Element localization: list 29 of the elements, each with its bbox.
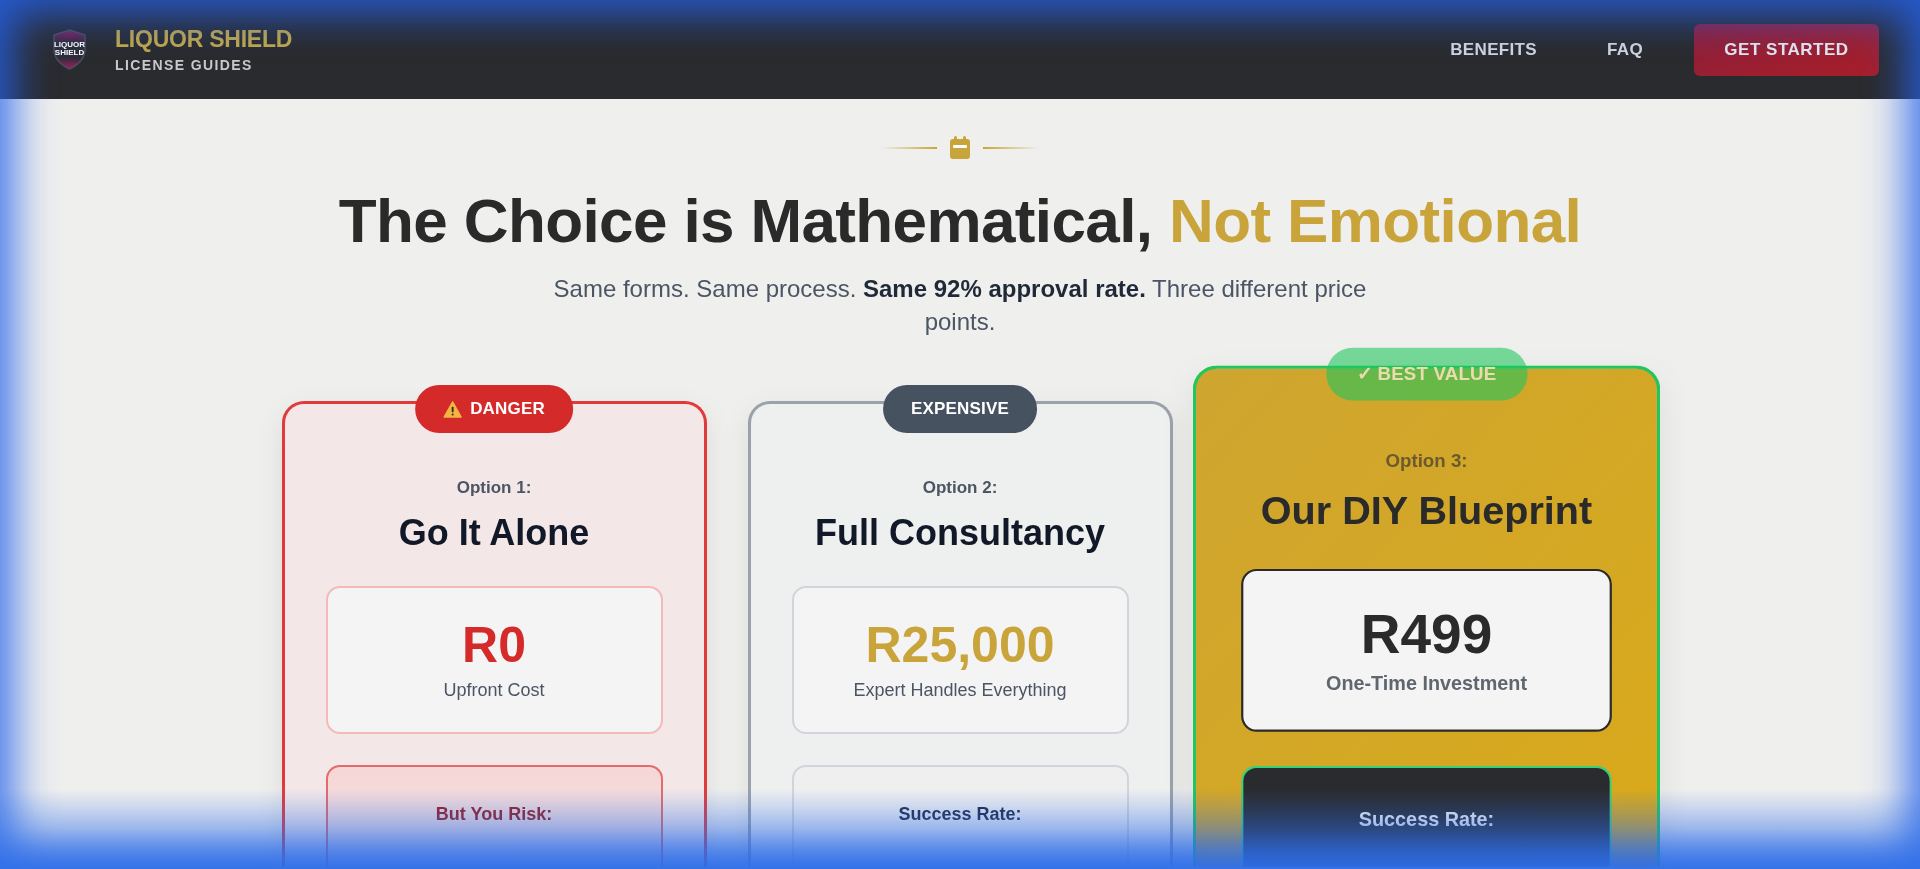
logo-text: LIQUOR SHIELD (52, 41, 87, 57)
option-label: Option 3: (1384, 449, 1468, 473)
option-title: Full Consultancy (815, 511, 1105, 555)
badge-text: EXPENSIVE (911, 398, 1009, 421)
nav-link[interactable]: FAQ (1607, 36, 1643, 63)
get-started-button[interactable]: GET STARTED (1694, 23, 1879, 76)
option-title: Go It Alone (398, 511, 590, 555)
brand-name[interactable]: LIQUOR SHIELD (115, 26, 293, 52)
price-caption: One-Time Investment (1325, 671, 1527, 697)
stat-label: Success Rate: (1358, 807, 1494, 833)
calendar-icon (949, 136, 971, 160)
price-value: R0 (462, 617, 526, 673)
stat-label: Success Rate: (898, 803, 1022, 826)
shield-logo-icon (52, 29, 87, 70)
brand-tagline: LICENSE GUIDES (115, 57, 254, 73)
warning-icon (443, 400, 463, 418)
page-subheading: Same forms. Same process. Same 92% approval rate. Three different price points. (552, 274, 1368, 337)
price-caption: Expert Handles Everything (853, 679, 1067, 702)
page-heading: The Choice is Mathematical, Not Emotional (338, 187, 1582, 255)
badge-text: ✓ BEST VALUE (1356, 362, 1496, 387)
price-caption: Upfront Cost (443, 679, 545, 702)
option-label: Option 2: (922, 477, 998, 499)
nav-link[interactable]: BENEFITS (1450, 36, 1538, 63)
option-label: Option 1: (456, 477, 532, 499)
option-title: Our DIY Blueprint (1260, 486, 1592, 535)
stat-label: But You Risk: (435, 803, 553, 826)
badge-text: DANGER (470, 398, 545, 421)
price-value: R499 (1360, 603, 1492, 665)
price-value: R25,000 (865, 617, 1055, 673)
